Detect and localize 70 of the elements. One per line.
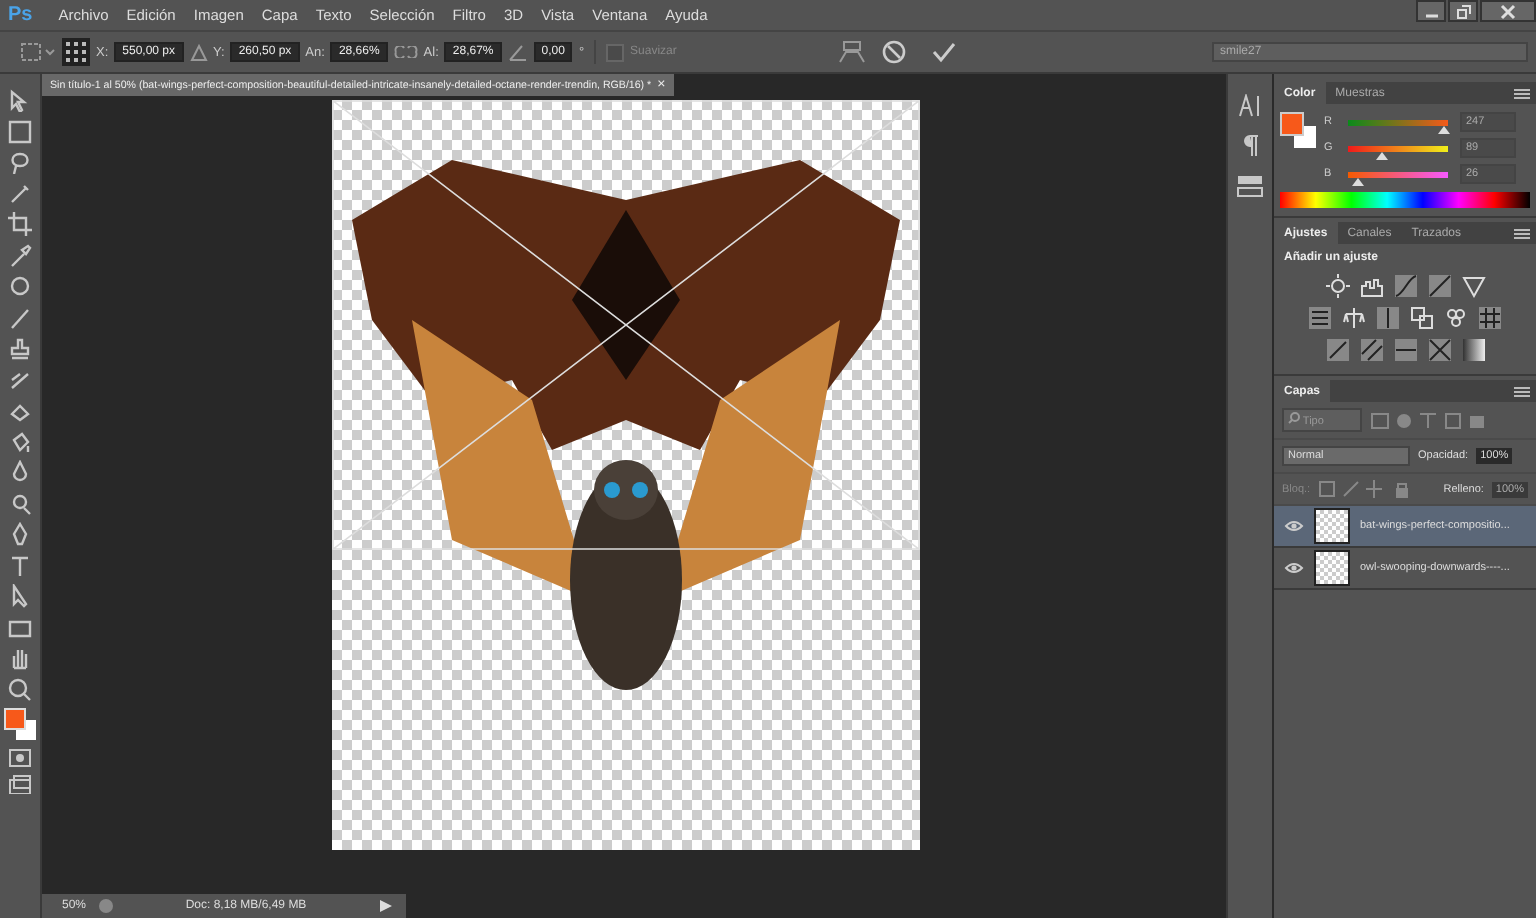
close-button[interactable] — [1480, 0, 1536, 22]
screen-mode-icon[interactable] — [8, 774, 32, 794]
curve-icon[interactable] — [1393, 274, 1417, 298]
play-icon[interactable] — [378, 898, 395, 914]
quick-selection-icon[interactable] — [8, 181, 32, 205]
angle-icon — [507, 43, 528, 61]
slider-square-icon[interactable] — [1308, 306, 1332, 330]
dodge-icon[interactable] — [8, 491, 32, 515]
eye-icon[interactable] — [1284, 518, 1304, 534]
panel-menu-icon[interactable] — [1514, 87, 1530, 99]
stamp-icon[interactable] — [8, 336, 32, 360]
foreground-color-swatch[interactable] — [1280, 112, 1304, 136]
half-square-icon[interactable] — [1376, 306, 1400, 330]
circles-icon[interactable] — [1444, 306, 1468, 330]
panel-menu-icon[interactable] — [1514, 385, 1530, 397]
color-spectrum-bar[interactable] — [1280, 192, 1530, 208]
pen-icon[interactable] — [8, 522, 32, 546]
eye-icon[interactable] — [1284, 560, 1304, 576]
transform-box[interactable] — [332, 100, 920, 550]
minimize-button[interactable] — [1416, 0, 1446, 22]
diagonal-square-icon[interactable] — [1393, 338, 1417, 362]
marquee-icon[interactable] — [8, 119, 32, 143]
path-selection-icon[interactable] — [8, 584, 32, 608]
warp-icon[interactable] — [838, 40, 866, 64]
restore-button[interactable] — [1448, 0, 1478, 22]
background-color-swatch[interactable] — [1294, 126, 1316, 148]
app-logo: Ps — [8, 4, 33, 26]
foreground-color-swatch[interactable] — [4, 708, 26, 730]
history-brush-icon[interactable] — [8, 367, 32, 391]
histogram-icon[interactable] — [1359, 274, 1383, 298]
rectangle-icon[interactable] — [8, 615, 32, 639]
slider-thumb[interactable] — [1376, 151, 1389, 159]
balance-scale-icon[interactable] — [1342, 306, 1366, 330]
cross-square-icon[interactable] — [1427, 338, 1451, 362]
search-icon — [1288, 412, 1300, 424]
diagonal-square-icon[interactable] — [1325, 338, 1349, 362]
zoom-icon[interactable] — [8, 677, 32, 701]
checkbox[interactable] — [606, 43, 625, 61]
cancel-icon[interactable] — [882, 40, 906, 64]
layer-thumbnail — [1314, 508, 1350, 544]
reference-point-icon[interactable] — [62, 38, 90, 66]
drop-icon[interactable] — [8, 460, 32, 484]
background-color-swatch[interactable] — [16, 720, 36, 740]
paragraph-icon[interactable] — [1240, 134, 1260, 158]
lasso-icon[interactable] — [8, 150, 32, 174]
bucket-icon[interactable] — [8, 429, 32, 453]
close-icon — [1500, 3, 1516, 19]
panel-menu-icon[interactable] — [1514, 227, 1530, 239]
text-icon[interactable] — [8, 553, 32, 577]
brush-icon[interactable] — [8, 305, 32, 329]
link-icon[interactable] — [393, 46, 418, 58]
gradient-square-icon[interactable] — [1461, 338, 1485, 362]
healing-brush-icon[interactable] — [8, 274, 32, 298]
diagonal-square-icon[interactable] — [1359, 338, 1383, 362]
sun-icon[interactable] — [1325, 274, 1349, 298]
hand-icon[interactable] — [8, 646, 32, 670]
slider-thumb[interactable] — [1438, 125, 1451, 133]
layer-comps-icon[interactable] — [1236, 174, 1264, 198]
move-icon[interactable] — [8, 88, 32, 112]
overlapping-squares-icon[interactable] — [1410, 306, 1434, 330]
grid-icon[interactable] — [1478, 306, 1502, 330]
character-icon[interactable] — [1238, 94, 1262, 118]
triangle-icon[interactable] — [189, 43, 208, 61]
checkmark-icon[interactable] — [932, 40, 956, 64]
eyedropper-icon[interactable] — [8, 243, 32, 267]
restore-icon — [1455, 3, 1471, 19]
layer-thumbnail — [1314, 550, 1350, 586]
quick-mask-icon[interactable] — [8, 747, 32, 767]
crop-icon[interactable] — [8, 212, 32, 236]
exposure-icon[interactable] — [1427, 274, 1451, 298]
